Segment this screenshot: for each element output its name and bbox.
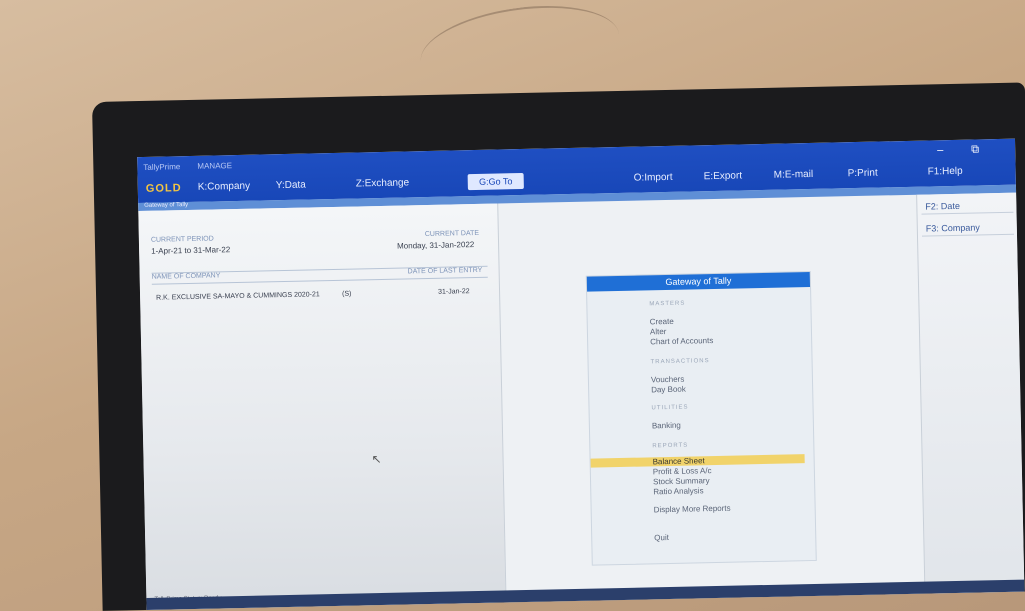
last-entry-date: 31-Jan-22 — [437, 288, 470, 296]
menu-email[interactable]: M:E-mail — [774, 169, 814, 181]
menu-print[interactable]: P:Print — [848, 168, 878, 180]
screen-title: Gateway of Tally — [144, 202, 189, 209]
reports-heading: REPORTS — [652, 442, 689, 450]
company-name-label: NAME OF COMPANY — [151, 272, 221, 281]
menu-item-ratio-analysis[interactable]: Ratio Analysis — [653, 486, 703, 496]
current-period-label: CURRENT PERIOD — [150, 235, 214, 244]
right-button-panel: F2: Date F3: Company — [916, 192, 1025, 594]
menu-item-balance-sheet[interactable]: Balance Sheet — [653, 456, 705, 466]
utilities-heading: UTILITIES — [651, 404, 689, 412]
goto-button[interactable]: G:Go To — [467, 172, 524, 191]
current-date-label: CURRENT DATE — [424, 229, 480, 239]
menu-item-stock-summary[interactable]: Stock Summary — [653, 476, 710, 486]
menu-item-banking[interactable]: Banking — [652, 421, 681, 431]
transactions-heading: TRANSACTIONS — [650, 358, 710, 366]
company-name: R.K. EXCLUSIVE SA-MAYO & CUMMINGS 2020-2… — [156, 291, 320, 302]
date-button[interactable]: F2: Date — [921, 196, 1014, 215]
minimize-icon[interactable]: – — [937, 144, 943, 156]
menu-item-vouchers[interactable]: Vouchers — [651, 375, 685, 385]
menu-import[interactable]: O:Import — [634, 172, 673, 184]
current-period-value[interactable]: 1-Apr-21 to 31-Mar-22 — [151, 245, 230, 256]
gateway-menu: Gateway of Tally MASTERS Create Alter Ch… — [585, 270, 817, 566]
mouse-cursor-icon: ↖ — [371, 452, 382, 467]
menu-exchange[interactable]: Z:Exchange — [356, 177, 410, 189]
masters-heading: MASTERS — [649, 300, 686, 308]
last-entry-label: DATE OF LAST ENTRY — [407, 266, 483, 276]
restore-icon[interactable]: ⧉ — [971, 143, 979, 156]
monitor-bezel: TallyPrime MANAGE GOLD K:Company Y:Data … — [92, 82, 1025, 611]
company-info-panel: CURRENT PERIOD 1-Apr-21 to 31-Mar-22 CUR… — [138, 203, 507, 610]
company-button[interactable]: F3: Company — [921, 218, 1014, 237]
monitor-screen: TallyPrime MANAGE GOLD K:Company Y:Data … — [137, 138, 1025, 610]
menu-item-display-more-reports[interactable]: Display More Reports — [654, 504, 731, 515]
menu-export[interactable]: E:Export — [704, 170, 743, 182]
menu-item-day-book[interactable]: Day Book — [651, 385, 686, 395]
menu-help[interactable]: F1:Help — [928, 166, 963, 178]
menu-item-alter[interactable]: Alter — [650, 327, 667, 336]
menu-item-chart-of-accounts[interactable]: Chart of Accounts — [650, 336, 713, 346]
menu-item-quit[interactable]: Quit — [654, 533, 669, 542]
menu-item-create[interactable]: Create — [650, 317, 674, 327]
menu-data[interactable]: Y:Data — [276, 180, 306, 192]
current-date-value[interactable]: Monday, 31-Jan-2022 — [397, 240, 474, 251]
product-name: TallyPrime — [143, 162, 181, 172]
product-tagline: MANAGE — [197, 161, 233, 171]
gateway-title: Gateway of Tally — [586, 272, 811, 292]
company-code: (S) — [342, 290, 352, 298]
edition-label: GOLD — [145, 182, 182, 195]
menu-item-profit-loss[interactable]: Profit & Loss A/c — [653, 466, 712, 476]
menu-company[interactable]: K:Company — [198, 181, 250, 193]
